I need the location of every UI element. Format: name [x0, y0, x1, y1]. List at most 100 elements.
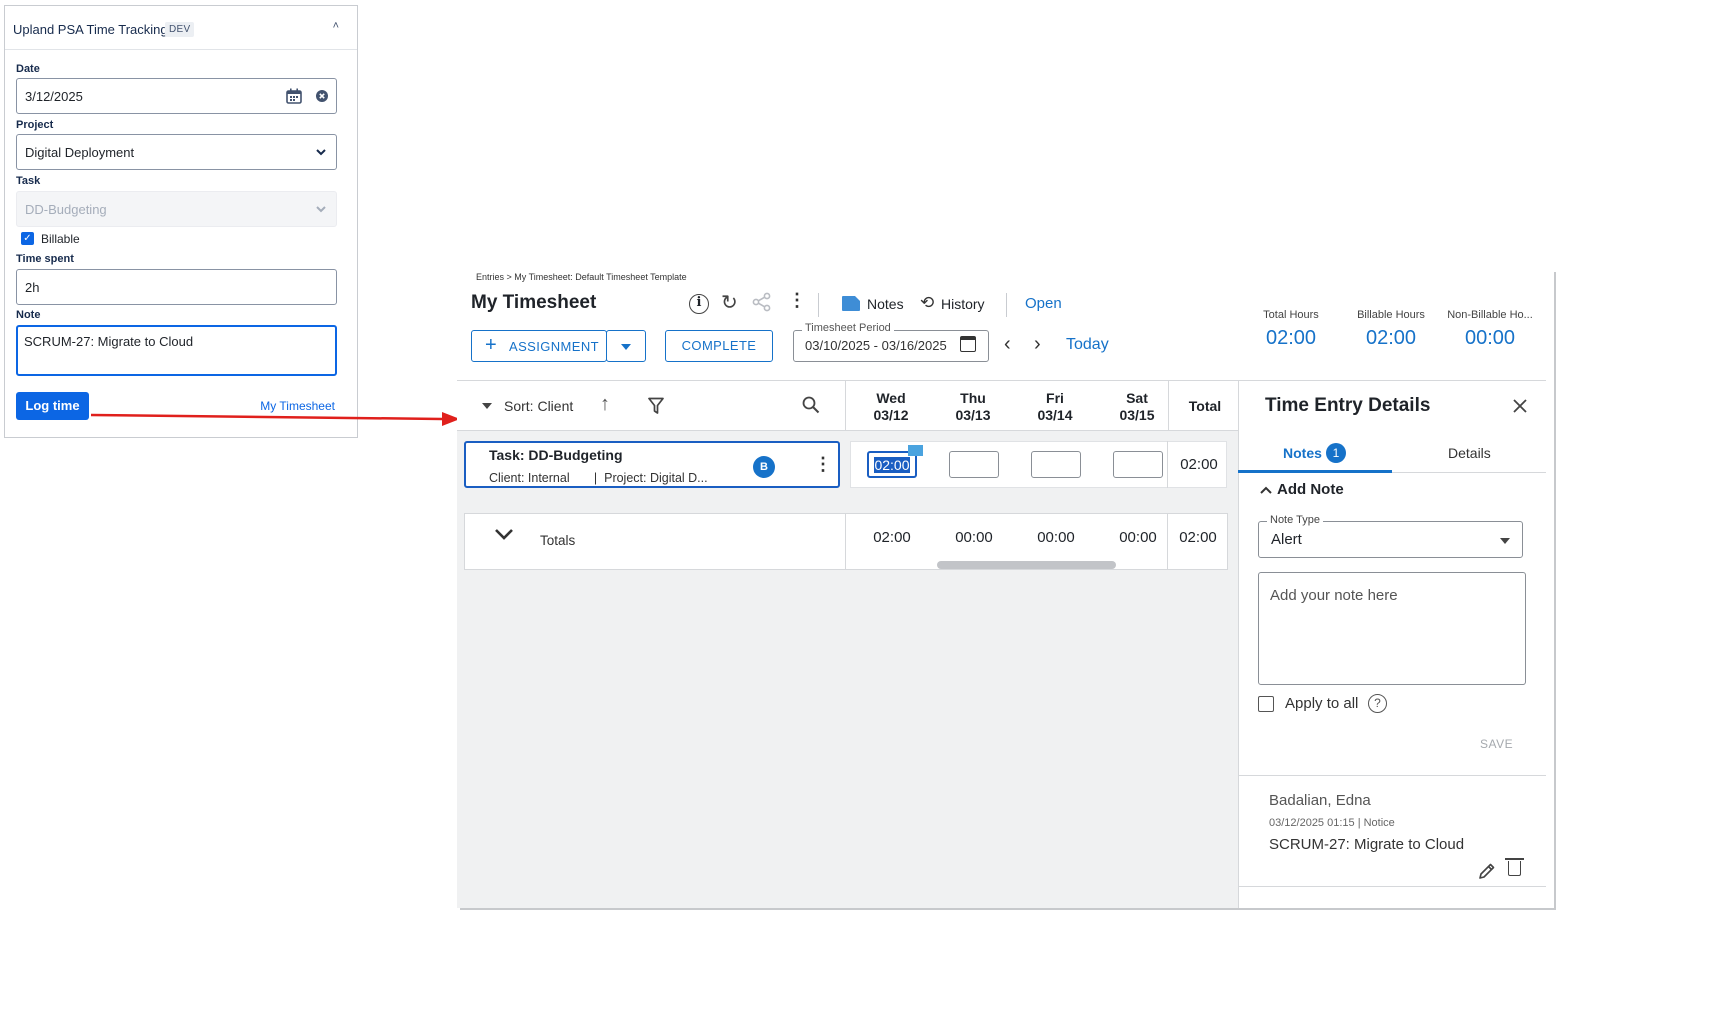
add-assignment-button[interactable]: + ASSIGNMENT	[471, 330, 607, 362]
more-vertical-icon[interactable]: ⋮	[788, 290, 806, 311]
log-time-button[interactable]: Log time	[16, 392, 89, 420]
chevron-down-icon[interactable]	[494, 528, 514, 542]
sort-select[interactable]: Sort: Client	[504, 398, 573, 414]
chevron-up-icon[interactable]: ˄	[333, 20, 339, 32]
column-divider	[845, 381, 846, 431]
total-sat: 00:00	[1119, 529, 1157, 546]
status-open-link[interactable]: Open	[1025, 295, 1062, 312]
day-name: Fri	[1046, 390, 1064, 406]
total-thu: 00:00	[955, 529, 993, 546]
clear-icon[interactable]	[316, 90, 328, 102]
panel-title: Time Entry Details	[1265, 395, 1431, 416]
caret-down-icon[interactable]	[482, 403, 492, 409]
caret-down-icon	[1500, 538, 1510, 544]
more-vertical-icon[interactable]: ⋮	[814, 454, 832, 475]
time-cell-thu[interactable]	[949, 451, 999, 478]
add-note-toggle[interactable]: Add Note	[1277, 481, 1344, 498]
search-icon[interactable]	[802, 396, 820, 414]
billable-hours-value: 02:00	[1365, 327, 1417, 349]
chevron-up-icon[interactable]	[1260, 486, 1272, 495]
project-label: Project	[16, 119, 54, 131]
help-icon[interactable]: ?	[1368, 694, 1387, 713]
assignment-dropdown-button[interactable]	[606, 330, 646, 362]
note-type-label: Note Type	[1267, 514, 1323, 526]
total-hours-label: Total Hours	[1263, 309, 1319, 321]
task-meta: Client: Internal | Project: Digital D...	[489, 471, 708, 485]
today-link[interactable]: Today	[1066, 336, 1109, 354]
total-fri: 00:00	[1037, 529, 1075, 546]
tab-notes[interactable]: Notes	[1283, 445, 1322, 461]
note-textarea[interactable]: SCRUM-27: Migrate to Cloud	[16, 325, 337, 376]
column-divider	[1167, 441, 1168, 488]
tab-details[interactable]: Details	[1448, 445, 1491, 461]
calendar-icon[interactable]	[286, 88, 302, 104]
history-icon[interactable]: ⟲	[920, 293, 934, 313]
complete-button[interactable]: COMPLETE	[665, 330, 773, 362]
task-label: Task	[16, 175, 41, 187]
chevron-right-icon[interactable]: ›	[1034, 333, 1041, 356]
date-value: 3/12/2025	[25, 89, 83, 104]
task-select: DD-Budgeting	[16, 191, 337, 227]
save-button[interactable]: SAVE	[1480, 737, 1513, 751]
share-icon[interactable]	[752, 292, 772, 312]
date-field[interactable]: 3/12/2025	[16, 78, 337, 114]
non-billable-hours-label: Non-Billable Ho...	[1447, 309, 1533, 321]
time-cell-sat[interactable]	[1113, 451, 1163, 478]
info-icon[interactable]: i	[689, 294, 709, 314]
assignment-label: ASSIGNMENT	[509, 339, 599, 354]
calendar-icon[interactable]	[960, 336, 976, 352]
section-divider	[1238, 886, 1546, 887]
page-title: My Timesheet	[471, 292, 597, 313]
note-type-value: Alert	[1271, 531, 1302, 548]
section-divider	[1238, 775, 1546, 776]
apply-to-all-checkbox[interactable]	[1258, 696, 1274, 712]
panel-title: Upland PSA Time Tracking	[13, 22, 168, 37]
note-label: Note	[16, 309, 41, 321]
time-cell-value: 02:00	[874, 457, 910, 473]
time-cell-fri[interactable]	[1031, 451, 1081, 478]
horizontal-scrollbar[interactable]	[937, 561, 1116, 569]
notes-count-badge: 1	[1326, 443, 1346, 463]
total-column-header: Total	[1188, 398, 1222, 414]
time-spent-input[interactable]: 2h	[16, 269, 337, 305]
day-header-thu: Thu 03/13	[933, 390, 1013, 424]
date-label: Date	[16, 63, 40, 75]
caret-down-icon	[621, 344, 631, 350]
day-header-sat: Sat 03/15	[1097, 390, 1177, 424]
day-date: 03/12	[873, 407, 909, 423]
chevron-left-icon[interactable]: ‹	[1004, 333, 1011, 356]
plus-icon: +	[485, 334, 497, 356]
filter-icon[interactable]	[648, 397, 664, 415]
column-divider	[845, 514, 846, 569]
timesheet-period-label: Timesheet Period	[802, 322, 894, 334]
notes-icon[interactable]	[842, 296, 860, 311]
close-icon[interactable]	[1512, 398, 1528, 414]
panel-header[interactable]: Upland PSA Time Tracking DEV ˄	[5, 6, 357, 50]
notes-button[interactable]: Notes	[867, 296, 904, 312]
day-date: 03/15	[1119, 407, 1155, 423]
timesheet-period-value: 03/10/2025 - 03/16/2025	[805, 338, 947, 353]
billable-checkbox[interactable]: ✓	[21, 232, 34, 245]
note-text: SCRUM-27: Migrate to Cloud	[1269, 836, 1465, 853]
day-date: 03/13	[955, 407, 991, 423]
history-button[interactable]: History	[941, 296, 985, 312]
delete-icon[interactable]	[1505, 858, 1524, 876]
chevron-down-icon	[316, 206, 326, 213]
total-hours-value: 02:00	[1265, 327, 1317, 349]
billable-hours-label: Billable Hours	[1357, 309, 1425, 321]
time-spent-value: 2h	[25, 280, 40, 295]
frame-edge	[460, 908, 1556, 910]
note-flag-icon[interactable]	[908, 445, 923, 456]
refresh-icon[interactable]: ↻	[721, 290, 738, 315]
breadcrumb[interactable]: Entries > My Timesheet: Default Timeshee…	[476, 272, 687, 282]
project-value: Digital Deployment	[25, 145, 135, 160]
day-date: 03/14	[1037, 407, 1073, 423]
day-name: Wed	[876, 390, 906, 406]
edit-icon[interactable]	[1478, 862, 1496, 880]
chevron-down-icon	[316, 149, 326, 156]
row-total: 02:00	[1180, 456, 1218, 473]
arrow-up-icon[interactable]: ↑	[600, 393, 610, 416]
toolbar-divider	[1006, 293, 1007, 317]
project-select[interactable]: Digital Deployment	[16, 134, 337, 170]
day-name: Thu	[960, 390, 986, 406]
